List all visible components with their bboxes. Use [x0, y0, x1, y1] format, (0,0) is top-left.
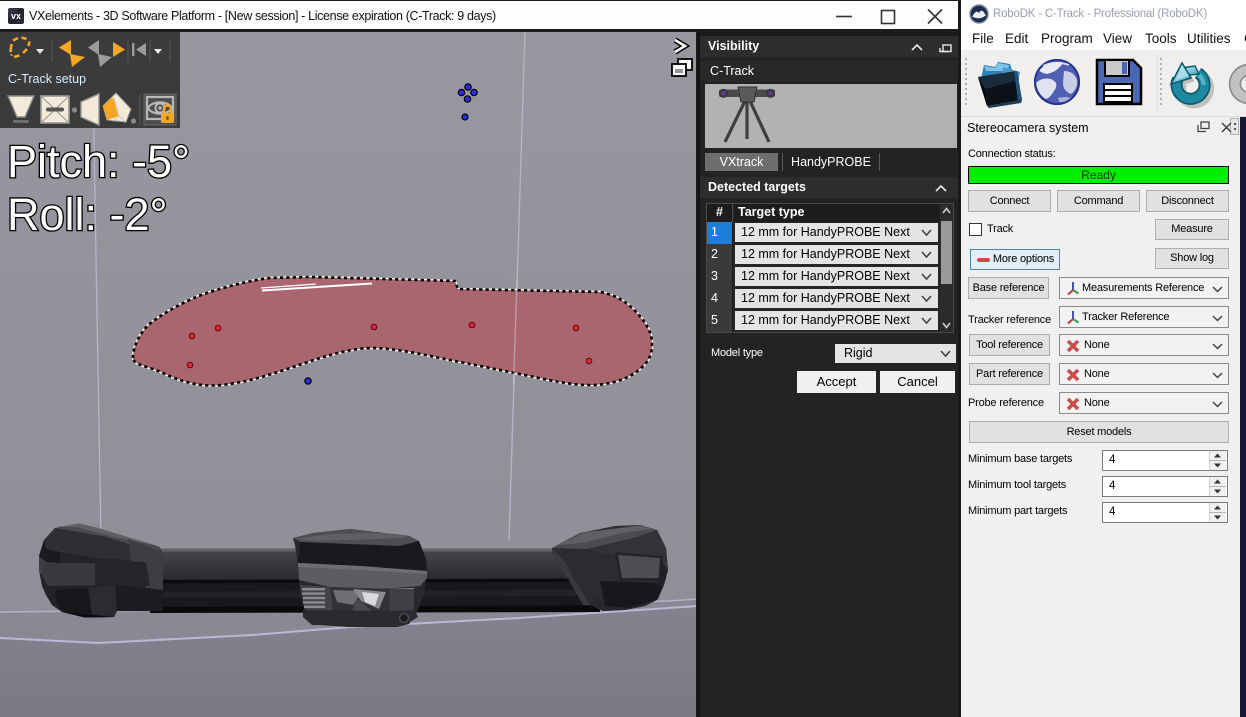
svg-text:Pitch: -5°: Pitch: -5° — [7, 136, 190, 187]
svg-text:Roll: -2°: Roll: -2° — [7, 189, 168, 240]
